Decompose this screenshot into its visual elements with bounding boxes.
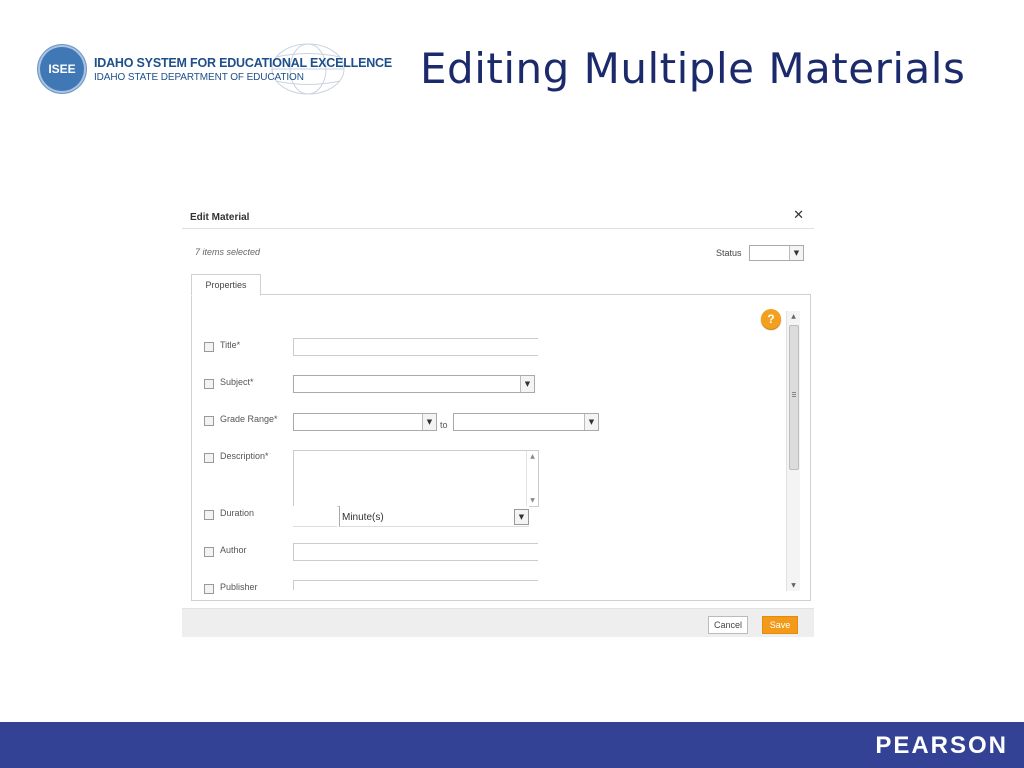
- selected-count: 7 items selected: [195, 247, 261, 257]
- publisher-label: Publisher: [220, 582, 258, 592]
- grade-to-select[interactable]: ▼: [453, 413, 599, 431]
- subject-label: Subject*: [220, 377, 254, 387]
- dialog-footer: Cancel Save: [182, 608, 814, 637]
- scroll-thumb[interactable]: [789, 325, 799, 470]
- duration-checkbox[interactable]: [204, 510, 214, 520]
- grade-range-checkbox[interactable]: [204, 416, 214, 426]
- scroll-up-icon[interactable]: ▲: [787, 313, 800, 320]
- slide-title: Editing Multiple Materials: [420, 44, 966, 93]
- isee-logo: ISEE IDAHO SYSTEM FOR EDUCATIONAL EXCELL…: [38, 42, 392, 96]
- author-input[interactable]: [293, 543, 538, 561]
- isee-seal-icon: ISEE: [38, 45, 86, 93]
- bottom-bar: PEARSON: [0, 722, 1024, 768]
- cancel-button[interactable]: Cancel: [708, 616, 748, 634]
- grade-from-select[interactable]: ▼: [293, 413, 437, 431]
- tab-properties[interactable]: Properties: [191, 274, 261, 296]
- dialog-divider: [182, 228, 814, 229]
- logo-line-2: IDAHO STATE DEPARTMENT OF EDUCATION: [94, 72, 304, 83]
- duration-input[interactable]: [293, 506, 337, 527]
- subject-select[interactable]: ▼: [293, 375, 535, 393]
- help-icon[interactable]: ?: [761, 309, 781, 329]
- properties-panel: ? Title* Subject* ▼ Grade Range* ▼ to ▼ …: [191, 294, 811, 601]
- title-checkbox[interactable]: [204, 342, 214, 352]
- description-textarea[interactable]: ▲ ▼: [293, 450, 539, 507]
- chevron-down-icon[interactable]: ▼: [584, 414, 598, 430]
- scroll-down-icon[interactable]: ▼: [787, 582, 800, 589]
- grade-range-label: Grade Range*: [220, 414, 278, 424]
- description-scrollbar[interactable]: ▲ ▼: [526, 451, 538, 506]
- save-button[interactable]: Save: [762, 616, 798, 634]
- author-checkbox[interactable]: [204, 547, 214, 557]
- duration-unit: Minute(s): [342, 512, 384, 523]
- edit-material-dialog: Edit Material ✕ 7 items selected Status …: [182, 203, 814, 637]
- dialog-title: Edit Material: [190, 212, 250, 223]
- scroll-up-icon[interactable]: ▲: [527, 453, 538, 460]
- chevron-down-icon[interactable]: ▼: [789, 246, 803, 260]
- scroll-down-icon[interactable]: ▼: [527, 497, 538, 504]
- publisher-checkbox[interactable]: [204, 584, 214, 594]
- duration-unit-select[interactable]: Minute(s) ▼: [339, 506, 529, 527]
- title-label: Title*: [220, 340, 241, 350]
- chevron-down-icon[interactable]: ▼: [514, 509, 529, 525]
- author-label: Author: [220, 545, 247, 555]
- subject-checkbox[interactable]: [204, 379, 214, 389]
- title-input[interactable]: [293, 338, 538, 356]
- duration-label: Duration: [220, 508, 255, 518]
- status-select[interactable]: ▼: [749, 245, 804, 261]
- grip-icon: [792, 392, 796, 393]
- panel-scrollbar[interactable]: ▲ ▼: [786, 311, 800, 591]
- chevron-down-icon[interactable]: ▼: [520, 376, 534, 392]
- grade-to-label: to: [440, 420, 448, 430]
- status-label: Status: [716, 248, 742, 258]
- logo-line-1: IDAHO SYSTEM FOR EDUCATIONAL EXCELLENCE: [94, 56, 393, 70]
- chevron-down-icon[interactable]: ▼: [422, 414, 436, 430]
- description-checkbox[interactable]: [204, 453, 214, 463]
- publisher-input[interactable]: [293, 580, 538, 590]
- seal-text: ISEE: [48, 62, 76, 76]
- description-label: Description*: [220, 451, 269, 461]
- pearson-logo: PEARSON: [875, 732, 1008, 759]
- close-icon[interactable]: ✕: [793, 208, 804, 223]
